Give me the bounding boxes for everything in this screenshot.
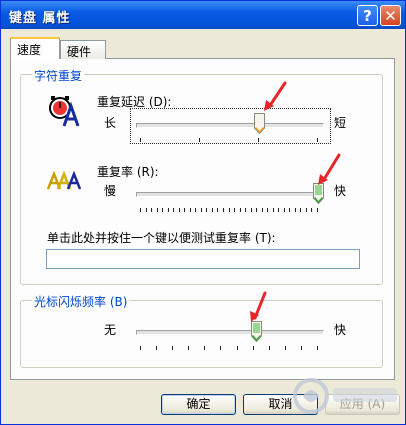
annotation-arrow-rate [318,153,341,185]
slider-tick [140,138,141,142]
repeat-rate-icon [47,171,81,190]
slider-tick [204,346,205,350]
slider-tick [258,138,259,142]
slider-tick [201,208,202,212]
test-repeat-label: 单击此处并按住一个键以便测试重复率 (T): [47,231,276,245]
slider-tick [140,208,141,212]
test-repeat-input[interactable] [46,249,360,269]
ok-button[interactable]: 确定 [161,394,236,415]
slider-tick [240,208,241,212]
slider-tick [251,208,252,212]
slider-tick [220,346,221,350]
close-button[interactable]: ✕ [380,5,401,26]
cursor-blink-ticks [140,346,318,350]
slider-tick [234,208,235,212]
slider-tick [300,208,301,212]
keyboard-properties-window: 键盘 属性 ? ✕ 速度 硬件 字符重复 重复延迟 (D): 长 短 重复率 (… [0,0,406,425]
repeat-rate-label: 重复率 (R): [97,165,159,179]
repeat-rate-min-label: 慢 [104,184,117,198]
slider-tick [212,208,213,212]
slider-tick [301,346,302,350]
slider-tick [157,208,158,212]
slider-tick [295,208,296,212]
repeat-rate-ticks [140,208,318,212]
slider-tick [311,208,312,212]
repeat-delay-track[interactable] [136,123,324,128]
repeat-delay-slider-thumb[interactable] [254,113,265,134]
slider-tick [289,208,290,212]
slider-tick [184,208,185,212]
cursor-blink-legend: 光标闪烁频率 (B) [32,293,130,310]
slider-tick [162,208,163,212]
tab-hardware[interactable]: 硬件 [60,40,106,59]
tab-speed[interactable]: 速度 [10,37,60,59]
slider-tick [253,346,254,350]
slider-tick [273,208,274,212]
slider-tick [306,208,307,212]
cursor-blink-min-label: 无 [104,323,117,337]
slider-tick [206,208,207,212]
repeat-rate-track[interactable] [136,192,324,197]
repeat-delay-min-label: 长 [104,116,117,130]
slider-tick [195,208,196,212]
slider-tick [285,346,286,350]
slider-tick [269,346,270,350]
cursor-blink-track[interactable] [136,330,324,335]
slider-tick [190,208,191,212]
char-repeat-legend: 字符重复 [32,67,85,84]
slider-tick [156,346,157,350]
slider-tick [229,208,230,212]
slider-tick [172,346,173,350]
slider-tick [256,208,257,212]
slider-tick [317,208,318,212]
slider-tick [179,208,180,212]
slider-tick [217,208,218,212]
slider-tick [267,208,268,212]
watermark-logo [293,378,397,414]
slider-tick [140,346,141,350]
annotation-arrow-delay [264,81,287,111]
slider-tick [284,208,285,212]
slider-tick [151,208,152,212]
cursor-blink-max-label: 快 [334,323,347,337]
slider-tick [278,208,279,212]
slider-tick [317,346,318,350]
annotation-arrow-blink [250,291,267,322]
repeat-delay-max-label: 短 [334,116,347,130]
slider-tick [168,208,169,212]
slider-tick [237,346,238,350]
slider-tick [262,208,263,212]
window-title: 键盘 属性 [9,11,71,26]
help-button[interactable]: ? [357,5,378,26]
repeat-delay-icon [49,96,80,127]
slider-tick [188,346,189,350]
slider-tick [317,138,318,142]
repeat-delay-ticks [140,138,318,142]
slider-tick [199,138,200,142]
title-bar[interactable]: 键盘 属性 ? ✕ [1,1,405,29]
slider-tick [173,208,174,212]
slider-tick [245,208,246,212]
slider-tick [146,208,147,212]
slider-tick [223,208,224,212]
